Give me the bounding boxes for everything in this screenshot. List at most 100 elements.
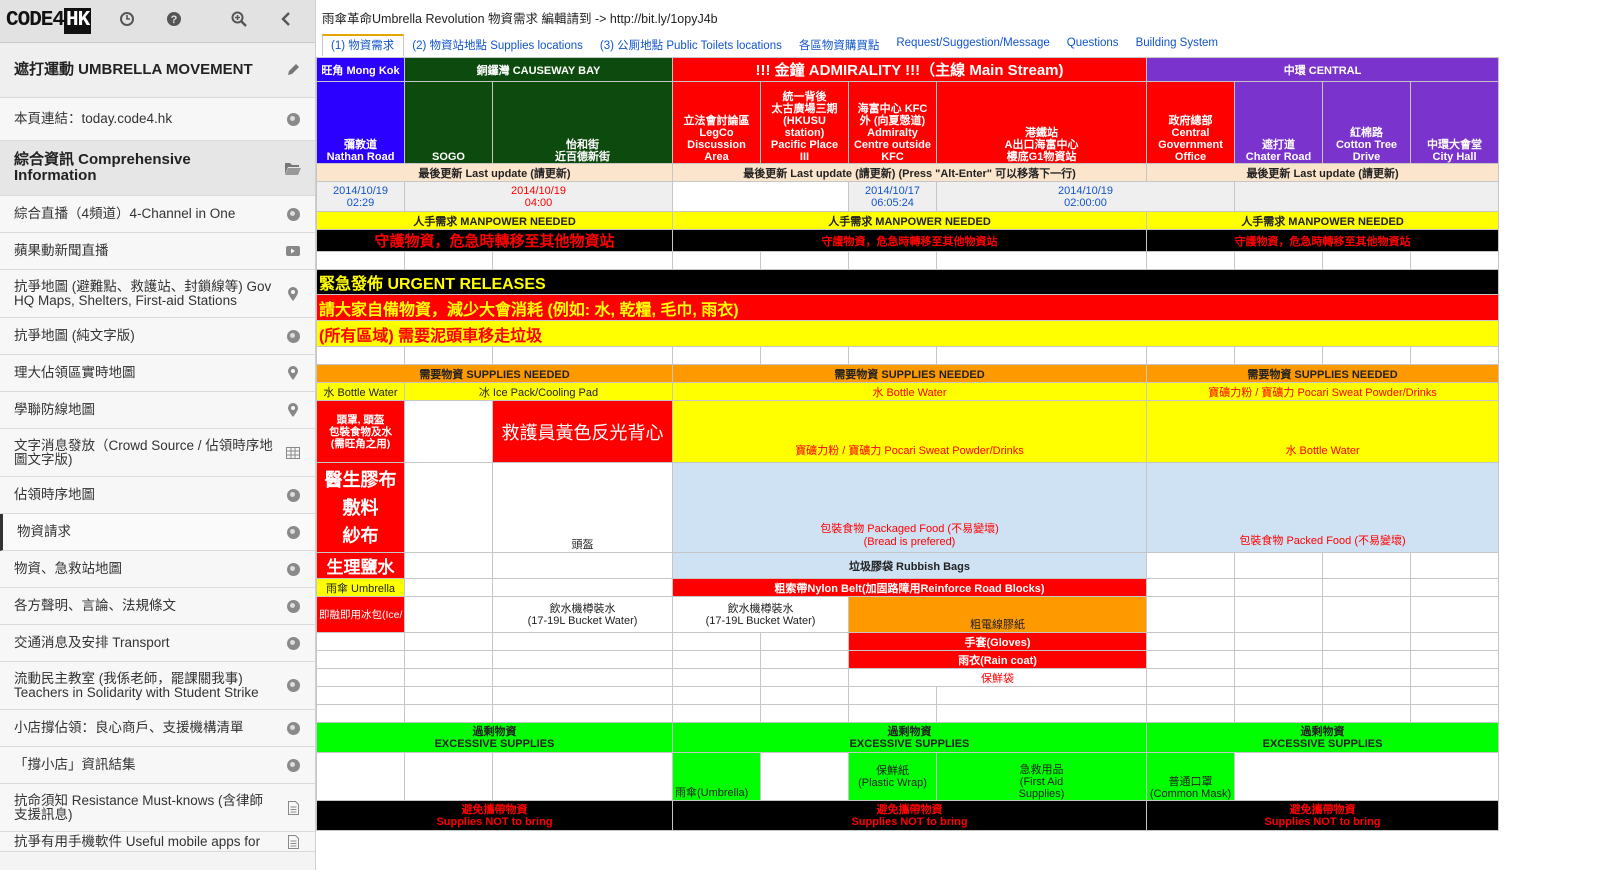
cell-94[interactable]	[1322, 650, 1411, 669]
globe-icon[interactable]	[285, 598, 301, 614]
cell-87[interactable]	[404, 650, 493, 669]
cell-65[interactable]	[1322, 578, 1411, 597]
sub-cotton-tree[interactable]: 紅棉路 Cotton Tree Drive	[1322, 81, 1411, 164]
cell-93[interactable]	[1234, 650, 1323, 669]
cell-92[interactable]	[1146, 650, 1235, 669]
cell-138[interactable]: 普通口罩 (Common Mask)	[1146, 752, 1235, 801]
map-pin-icon[interactable]	[285, 402, 301, 418]
cell-51[interactable]: 生理鹽水	[316, 552, 405, 579]
cell-74[interactable]	[1322, 596, 1411, 633]
sub-pacific-place[interactable]: 統一背後 太古廣場三期 (HKUSU station) Pacific Plac…	[760, 81, 849, 164]
globe-icon[interactable]	[285, 561, 301, 577]
cell-61[interactable]	[492, 578, 673, 597]
area-mongkok[interactable]: 旺角 Mong Kok	[316, 57, 405, 82]
area-central[interactable]: 中環 CENTRAL	[1145, 57, 1500, 82]
sidebar-item-17[interactable]: 「撐小店」資訊結集	[0, 747, 315, 784]
cell-125[interactable]	[1234, 704, 1323, 723]
cell-77[interactable]	[404, 632, 493, 651]
cell-40[interactable]: 冰 Ice Pack/Cooling Pad	[404, 382, 673, 401]
cell-109[interactable]	[672, 686, 761, 705]
sidebar-item-11[interactable]: 物資請求	[0, 514, 315, 551]
cell-88[interactable]	[492, 650, 673, 669]
cell-43[interactable]: 頭罩, 頭盔 包裝食物及水 (需旺角之用)	[316, 400, 405, 463]
cell-62[interactable]: 粗索帶Nylon Belt(加固路障用Reinforce Road Blocks…	[672, 578, 1147, 597]
sidebar-item-15[interactable]: 流動民主教室 (我係老師，罷課關我事) Teachers in Solidari…	[0, 662, 315, 710]
cell-9[interactable]: 守護物資，危急時轉移至其他物資站	[672, 229, 1147, 252]
cell-122[interactable]	[848, 704, 937, 723]
cell-21[interactable]	[1409, 251, 1500, 270]
cell-55[interactable]	[1146, 552, 1235, 579]
cell-66[interactable]	[1409, 578, 1500, 597]
sub-city-hall[interactable]: 中環大會堂 City Hall	[1409, 81, 1500, 164]
cell-116[interactable]	[1409, 686, 1500, 705]
cell-124[interactable]	[1146, 704, 1235, 723]
cell-0[interactable]: 最後更新 Last update (請更新)	[316, 163, 673, 182]
date-causeway[interactable]: 2014/10/19 04:00	[404, 181, 673, 212]
cell-28[interactable]	[672, 346, 761, 365]
history-icon[interactable]	[117, 11, 137, 31]
globe-icon[interactable]	[285, 206, 301, 222]
collapse-sidebar-icon[interactable]	[276, 11, 296, 31]
cell-127[interactable]	[1409, 704, 1500, 723]
cell-52[interactable]	[404, 552, 493, 579]
cell-38[interactable]: 需要物資 SUPPLIES NEEDED	[1145, 364, 1500, 383]
cell-5[interactable]: 人手需求 MANPOWER NEEDED	[316, 211, 673, 230]
cell-36[interactable]: 需要物資 SUPPLIES NEEDED	[316, 364, 673, 383]
cell-75[interactable]	[1409, 596, 1500, 633]
cell-57[interactable]	[1322, 552, 1411, 579]
cell-64[interactable]	[1234, 578, 1323, 597]
cell-35[interactable]	[1409, 346, 1500, 365]
cell-140[interactable]: 避免攜帶物資 Supplies NOT to bring	[316, 800, 673, 831]
cell-96[interactable]	[316, 668, 405, 687]
cell-126[interactable]	[1322, 704, 1411, 723]
sidebar-item-6[interactable]: 抗爭地圖 (純文字版)	[0, 318, 315, 355]
sub-yee-wo-street[interactable]: 怡和街 近百德新街	[492, 81, 673, 164]
folder-open-icon[interactable]	[285, 160, 301, 176]
cell-106[interactable]	[316, 686, 405, 705]
cell-13[interactable]	[492, 251, 673, 270]
cell-114[interactable]	[1234, 686, 1323, 705]
sidebar-item-3[interactable]: 綜合直播（4頻道）4-Channel in One	[0, 196, 315, 233]
cell-103[interactable]	[1234, 668, 1323, 687]
globe-icon[interactable]	[285, 111, 301, 127]
cell-86[interactable]	[316, 650, 405, 669]
sheet-tab-2[interactable]: (2) 物資站地點 Supplies locations	[404, 34, 592, 56]
cell-111[interactable]	[848, 686, 937, 705]
cell-72[interactable]	[1146, 596, 1235, 633]
sidebar-item-19[interactable]: 抗爭有用手機軟件 Useful mobile apps for	[0, 832, 315, 852]
cell-23[interactable]: 請大家自備物資，減少大會消耗 (例如: 水, 乾糧, 毛巾, 雨衣)	[316, 294, 1500, 321]
cell-22[interactable]: 緊急發佈 URGENT RELEASES	[316, 269, 1500, 295]
cell-11[interactable]	[316, 251, 405, 270]
cell-73[interactable]	[1234, 596, 1323, 633]
cell-113[interactable]	[1146, 686, 1235, 705]
cell-80[interactable]	[760, 632, 849, 651]
cell-27[interactable]	[492, 346, 673, 365]
cell-132[interactable]	[404, 752, 493, 801]
sidebar-item-4[interactable]: 蘋果動新聞直播	[0, 233, 315, 270]
sidebar-item-14[interactable]: 交通消息及安排 Transport	[0, 625, 315, 662]
cell-69[interactable]: 飲水機樽裝水 (17-19L Bucket Water)	[492, 596, 673, 633]
cell-70[interactable]: 飲水機樽裝水 (17-19L Bucket Water)	[672, 596, 849, 633]
cell-19[interactable]	[1234, 251, 1323, 270]
cell-33[interactable]	[1234, 346, 1323, 365]
cell-46[interactable]: 寶礦力粉 / 寶礦力 Pocari Sweat Powder/Drinks	[672, 400, 1147, 463]
cell-137[interactable]: 急救用品 (First Aid Supplies)	[936, 752, 1147, 801]
cell-121[interactable]	[760, 704, 849, 723]
area-admiralty[interactable]: !!! 金鐘 ADMIRALITY !!!（主線 Main Stream)	[672, 57, 1147, 82]
cell-39[interactable]: 水 Bottle Water	[316, 382, 405, 401]
cell-30[interactable]	[848, 346, 937, 365]
sidebar-item-18[interactable]: 抗命須知 Resistance Must-knows (含律師支援訊息)	[0, 784, 315, 832]
cell-115[interactable]	[1322, 686, 1411, 705]
code4hk-logo[interactable]: CODE 4 HK	[6, 8, 101, 34]
sidebar-item-9[interactable]: 文字消息發放（Crowd Source / 佔領時序地圖文字版)	[0, 429, 315, 477]
cell-129[interactable]: 過剩物資 EXCESSIVE SUPPLIES	[672, 722, 1147, 753]
cell-131[interactable]	[316, 752, 405, 801]
cell-54[interactable]: 垃圾膠袋 Rubbish Bags	[672, 552, 1147, 579]
sub-nathan-road[interactable]: 彌敦道 Nathan Road	[316, 81, 405, 164]
cell-42[interactable]: 寶礦力粉 / 寶礦力 Pocari Sweat Powder/Drinks	[1145, 382, 1500, 401]
cell-105[interactable]	[1409, 668, 1500, 687]
cell-14[interactable]	[672, 251, 761, 270]
sidebar-item-0[interactable]: 遮打運動 UMBRELLA MOVEMENT	[0, 43, 315, 98]
globe-icon[interactable]	[285, 328, 301, 344]
cell-85[interactable]	[1409, 632, 1500, 651]
